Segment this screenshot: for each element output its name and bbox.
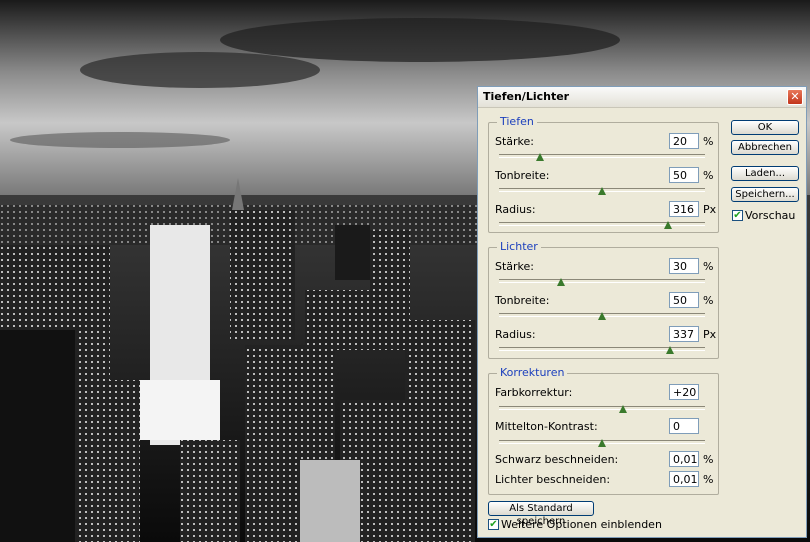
dialog-titlebar[interactable]: Tiefen/Lichter ✕ [478,87,806,108]
lichter-tonbreite-unit: % [703,294,714,307]
schwarz-beschneiden-input[interactable]: 0,01 [669,451,699,467]
group-lichter: Lichter Stärke: 30 % Tonbreite: 50 % Rad… [488,240,719,359]
lichter-radius-unit: Px [703,328,717,341]
farbkorrektur-label: Farbkorrektur: [495,386,573,399]
slider-thumb[interactable] [618,405,627,413]
preview-checkbox[interactable]: ✔ [732,210,743,221]
farbkorrektur-input[interactable]: +20 [669,384,699,400]
farbkorrektur-slider[interactable] [499,405,705,413]
cancel-button[interactable]: Abbrechen [731,140,799,155]
shadows-highlights-dialog: Tiefen/Lichter ✕ Tiefen Stärke: 20 % Ton… [477,86,807,538]
slider-thumb[interactable] [598,439,606,447]
lichter-radius-label: Radius: [495,328,536,341]
tiefen-tonbreite-slider[interactable] [499,187,705,195]
close-icon[interactable]: ✕ [787,89,803,105]
group-title-lichter: Lichter [497,240,541,253]
tiefen-radius-input[interactable]: 316 [669,201,699,217]
lichter-tonbreite-input[interactable]: 50 [669,292,699,308]
group-tiefen: Tiefen Stärke: 20 % Tonbreite: 50 % Radi… [488,115,719,233]
lichter-radius-slider[interactable] [499,346,705,354]
dialog-title: Tiefen/Lichter [483,90,570,103]
tiefen-radius-label: Radius: [495,203,536,216]
tiefen-tonbreite-input[interactable]: 50 [669,167,699,183]
group-korrekturen: Korrekturen Farbkorrektur: +20 Mittelton… [488,366,719,495]
slider-thumb[interactable] [598,312,606,320]
load-button[interactable]: Laden... [731,166,799,181]
lichter-tonbreite-slider[interactable] [499,312,705,320]
slider-thumb[interactable] [665,346,674,354]
mittelton-kontrast-label: Mittelton-Kontrast: [495,420,598,433]
tiefen-tonbreite-unit: % [703,169,714,182]
more-options-checkbox[interactable]: ✔ [488,519,499,530]
lichter-tonbreite-label: Tonbreite: [495,294,550,307]
lichter-beschneiden-input[interactable]: 0,01 [669,471,699,487]
preview-label: Vorschau [745,209,796,222]
group-title-korrekturen: Korrekturen [497,366,568,379]
ok-button[interactable]: OK [731,120,799,135]
slider-thumb[interactable] [663,221,672,229]
lichter-beschneiden-label: Lichter beschneiden: [495,473,611,486]
tiefen-staerke-slider[interactable] [499,153,705,161]
slider-thumb[interactable] [598,187,606,195]
slider-thumb[interactable] [536,153,545,161]
lichter-staerke-unit: % [703,260,714,273]
mittelton-kontrast-slider[interactable] [499,439,705,447]
schwarz-beschneiden-unit: % [703,453,714,466]
more-options-label: Weitere Optionen einblenden [501,518,662,531]
tiefen-staerke-label: Stärke: [495,135,535,148]
group-title-tiefen: Tiefen [497,115,537,128]
slider-thumb[interactable] [556,278,565,286]
lichter-beschneiden-unit: % [703,473,714,486]
tiefen-radius-unit: Px [703,203,717,216]
tiefen-staerke-input[interactable]: 20 [669,133,699,149]
schwarz-beschneiden-label: Schwarz beschneiden: [495,453,619,466]
lichter-radius-input[interactable]: 337 [669,326,699,342]
lichter-staerke-label: Stärke: [495,260,535,273]
tiefen-tonbreite-label: Tonbreite: [495,169,550,182]
lichter-staerke-slider[interactable] [499,278,705,286]
tiefen-staerke-unit: % [703,135,714,148]
mittelton-kontrast-input[interactable]: 0 [669,418,699,434]
save-button[interactable]: Speichern... [731,187,799,202]
save-as-default-button[interactable]: Als Standard speichern [488,501,594,527]
tiefen-radius-slider[interactable] [499,221,705,229]
lichter-staerke-input[interactable]: 30 [669,258,699,274]
